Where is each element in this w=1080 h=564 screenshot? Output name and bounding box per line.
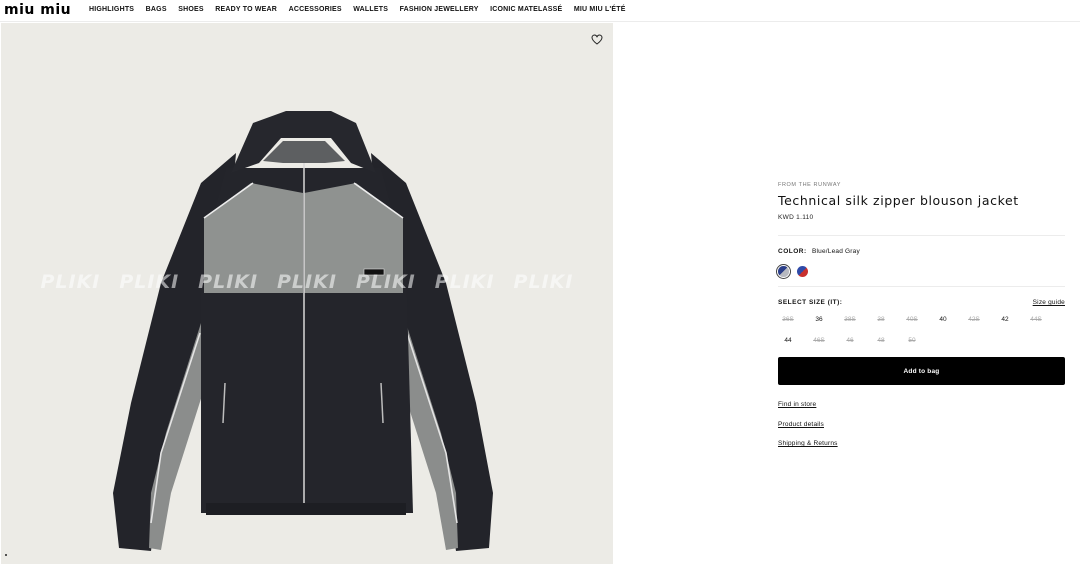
jacket-illustration	[113, 111, 493, 551]
size-option[interactable]: 46S	[809, 336, 829, 345]
carousel-indicator[interactable]	[5, 554, 7, 556]
divider	[778, 235, 1065, 236]
size-option[interactable]: 48	[871, 336, 891, 345]
size-option[interactable]: 42S	[964, 315, 984, 324]
watermark-text: PLIKI	[198, 271, 259, 293]
color-selector: COLOR: Blue/Lead Gray	[778, 248, 1065, 256]
size-grid: 36S 36 38S 38 40S 40 42S 42 44S 44 46S 46 48 50	[778, 315, 1065, 345]
size-option[interactable]: 38S	[840, 315, 860, 324]
product-links: Find in store Product details Shipping & R…	[778, 401, 1065, 448]
size-option[interactable]: 42	[995, 315, 1015, 324]
size-option[interactable]: 40S	[902, 315, 922, 324]
nav-item-bags[interactable]: BAGS	[146, 5, 167, 14]
size-option[interactable]: 36S	[778, 315, 798, 324]
watermark-text: PLIKI	[277, 271, 337, 293]
size-guide-link[interactable]: Size guide	[1033, 299, 1065, 307]
product-price: KWD 1.110	[778, 214, 814, 221]
size-header: SELECT SIZE (IT): Size guide	[778, 299, 1065, 307]
watermark-row: PLIKI PLIKI PLIKI PLIKI PLIKI PLIKI PLIKI	[1, 271, 613, 293]
size-option[interactable]: 40	[933, 315, 953, 324]
size-option[interactable]: 44	[778, 336, 798, 345]
size-option[interactable]: 36	[809, 315, 829, 324]
nav-item-wallets[interactable]: WALLETS	[353, 5, 388, 14]
watermark-text: PLIKI	[513, 271, 574, 293]
nav-item-shoes[interactable]: SHOES	[178, 5, 204, 14]
nav-item-miu-miu-l-t[interactable]: MIU MIU L'ÉTÉ	[574, 5, 626, 14]
color-swatch-0[interactable]	[778, 266, 789, 277]
product-image[interactable]: PLIKI PLIKI PLIKI PLIKI PLIKI PLIKI PLIKI	[1, 23, 613, 564]
main-nav: HIGHLIGHTS BAGS SHOES READY TO WEAR ACCESSOR…	[89, 5, 637, 14]
watermark-text: PLIKI	[434, 271, 495, 293]
nav-item-accessories[interactable]: ACCESSORIES	[289, 5, 342, 14]
size-label: SELECT SIZE (IT):	[778, 299, 843, 306]
size-option[interactable]: 38	[871, 315, 891, 324]
size-option[interactable]: 44S	[1026, 315, 1046, 324]
product-title: Technical silk zipper blouson jacket	[778, 193, 1019, 208]
watermark-text: PLIKI	[40, 271, 101, 293]
nav-item-iconic-matelass[interactable]: ICONIC MATELASSÉ	[490, 5, 562, 14]
divider	[778, 286, 1065, 287]
add-to-bag-button[interactable]: Add to bag	[778, 357, 1065, 385]
brand-logo[interactable]: miu miu	[4, 2, 71, 18]
heart-outline-icon[interactable]	[591, 34, 603, 45]
color-swatches	[778, 266, 1065, 277]
watermark-text: PLIKI	[119, 271, 180, 293]
product-info-panel: FROM THE RUNWAY Technical silk zipper bl…	[778, 182, 1065, 460]
top-navigation-bar: miu miu HIGHLIGHTS BAGS SHOES READY TO WEAR…	[0, 0, 1080, 22]
color-value: Blue/Lead Gray	[811, 248, 860, 255]
size-option[interactable]: 46	[840, 336, 860, 345]
link-shipping-returns[interactable]: Shipping & Returns	[778, 440, 1065, 448]
color-label: COLOR:	[778, 248, 807, 255]
watermark-text: PLIKI	[355, 271, 416, 293]
color-swatch-1[interactable]	[797, 266, 808, 277]
product-eyebrow: FROM THE RUNWAY	[778, 182, 841, 188]
link-find-in-store[interactable]: Find in store	[778, 401, 1065, 409]
nav-item-fashion-jewellery[interactable]: FASHION JEWELLERY	[400, 5, 479, 14]
nav-item-highlights[interactable]: HIGHLIGHTS	[89, 5, 134, 14]
nav-item-ready-to-wear[interactable]: READY TO WEAR	[215, 5, 277, 14]
size-option[interactable]: 50	[902, 336, 922, 345]
link-product-details[interactable]: Product details	[778, 421, 1065, 429]
